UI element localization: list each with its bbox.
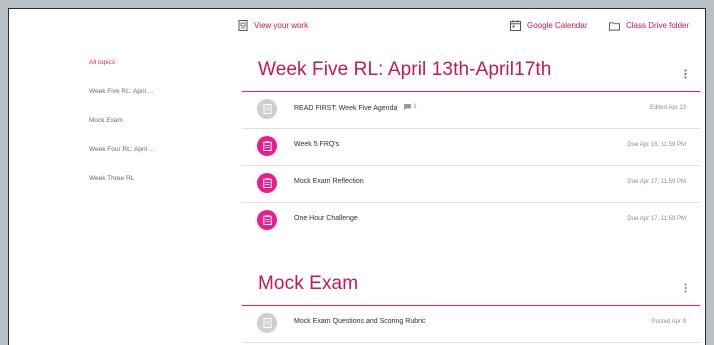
class-drive-folder-link[interactable]: Class Drive folder [609,20,689,31]
view-your-work-link[interactable]: View your work [237,20,308,31]
comment-icon [404,104,412,110]
topic-section-week-five: Week Five RL: April 13th-April17th READ … [242,51,700,239]
class-drive-folder-label: Class Drive folder [626,21,690,30]
google-calendar-label: Google Calendar [527,21,588,30]
topic-header: Mock Exam [242,265,700,306]
google-calendar-link[interactable]: Google Calendar [510,20,587,31]
topic-title: Week Five RL: April 13th-April17th [258,59,552,80]
item-date: Posted Apr 9 [651,319,686,325]
assignment-icon [257,173,277,193]
list-item[interactable]: Week 5 FRQ's Due Apr 16, 11:59 PM [242,129,700,166]
item-title: One Hour Challenge [294,215,358,222]
topics-sidebar: All topics Week Five RL: April ... Mock … [89,59,239,204]
view-your-work-label: View your work [254,21,309,30]
sidebar-item-mock-exam[interactable]: Mock Exam [89,117,239,146]
material-icon [257,99,277,119]
assignment-icon [257,210,277,230]
sidebar-item-week-three[interactable]: Week Three RL [89,175,239,204]
calendar-icon [510,20,521,31]
item-date: Edited Apr 13 [649,105,686,111]
top-bar: View your work Google Calendar Class Dri… [9,9,705,45]
topic-title: Mock Exam [258,273,359,294]
material-icon [257,313,277,333]
list-item[interactable]: Mock Exam Questions and Scoring Rubric P… [242,306,700,343]
item-date: Due Apr 16, 11:59 PM [627,142,686,148]
topic-header: Week Five RL: April 13th-April17th [242,51,700,92]
view-work-icon [237,20,248,31]
list-item[interactable]: READ FIRST: Week Five Agenda 1 Edited Ap… [242,92,700,129]
item-title: Mock Exam Reflection [294,178,364,185]
item-title: READ FIRST: Week Five Agenda 1 [294,104,417,112]
item-title: Week 5 FRQ's [294,141,340,148]
comment-count: 1 [404,104,417,110]
list-item[interactable]: One Hour Challenge Due Apr 17, 11:59 PM [242,203,700,239]
item-title: Mock Exam Questions and Scoring Rubric [294,318,426,325]
more-options-icon[interactable] [680,283,690,293]
item-date: Due Apr 17, 11:59 PM [627,179,686,185]
assignment-icon [257,136,277,156]
item-date: Due Apr 17, 11:59 PM [627,216,686,222]
classroom-window: View your work Google Calendar Class Dri… [8,8,706,345]
topic-section-mock-exam: Mock Exam Mock Exam Questions and Scorin… [242,265,700,343]
more-options-icon[interactable] [680,69,690,79]
sidebar-item-all-topics[interactable]: All topics [89,59,239,88]
folder-icon [609,20,620,31]
sidebar-item-week-four[interactable]: Week Four RL: April ... [89,146,239,175]
list-item[interactable]: Mock Exam Reflection Due Apr 17, 11:59 P… [242,166,700,203]
sidebar-item-week-five[interactable]: Week Five RL: April ... [89,88,239,117]
